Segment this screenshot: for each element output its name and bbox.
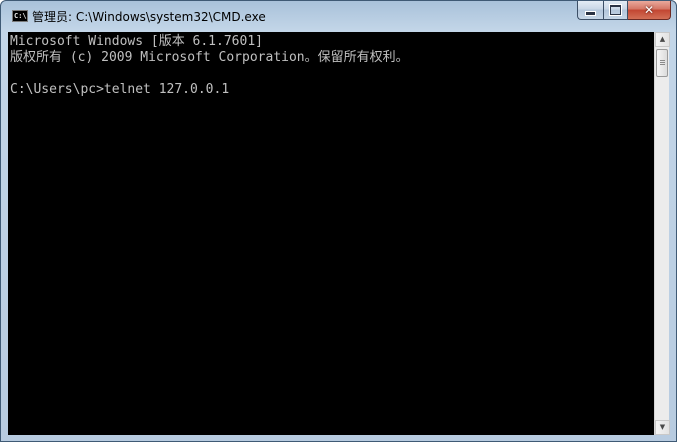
- window-title: 管理员: C:\Windows\system32\CMD.exe: [32, 10, 266, 24]
- console-line-version: Microsoft Windows [版本 6.1.7601]: [10, 34, 263, 49]
- minimize-button[interactable]: [577, 1, 603, 20]
- scroll-up-button[interactable]: ▲: [655, 32, 670, 47]
- close-icon: ✕: [643, 3, 655, 17]
- caption-buttons: ✕: [577, 1, 671, 21]
- console-output[interactable]: Microsoft Windows [版本 6.1.7601] 版权所有 (c)…: [8, 32, 654, 435]
- vertical-scrollbar[interactable]: ▲ ▼: [654, 32, 670, 435]
- console-line-copyright: 版权所有 (c) 2009 Microsoft Corporation。保留所有…: [10, 50, 409, 65]
- console-line-prompt[interactable]: C:\Users\pc>telnet 127.0.0.1: [10, 82, 229, 98]
- maximize-icon: [610, 5, 621, 15]
- minimize-icon: [586, 12, 595, 15]
- scroll-thumb[interactable]: [656, 49, 668, 77]
- scroll-down-button[interactable]: ▼: [655, 420, 670, 435]
- cmd-window: C:\ 管理员: C:\Windows\system32\CMD.exe ✕ M…: [0, 0, 677, 442]
- maximize-button[interactable]: [603, 1, 628, 20]
- title-bar[interactable]: C:\ 管理员: C:\Windows\system32\CMD.exe ✕: [1, 1, 676, 32]
- grip-line: [660, 64, 665, 65]
- arrow-up-icon: ▲: [659, 35, 666, 43]
- arrow-down-icon: ▼: [659, 423, 666, 431]
- cmd-icon[interactable]: C:\: [12, 10, 28, 22]
- grip-line: [660, 60, 665, 61]
- grip-line: [660, 62, 665, 63]
- close-button[interactable]: ✕: [628, 1, 671, 20]
